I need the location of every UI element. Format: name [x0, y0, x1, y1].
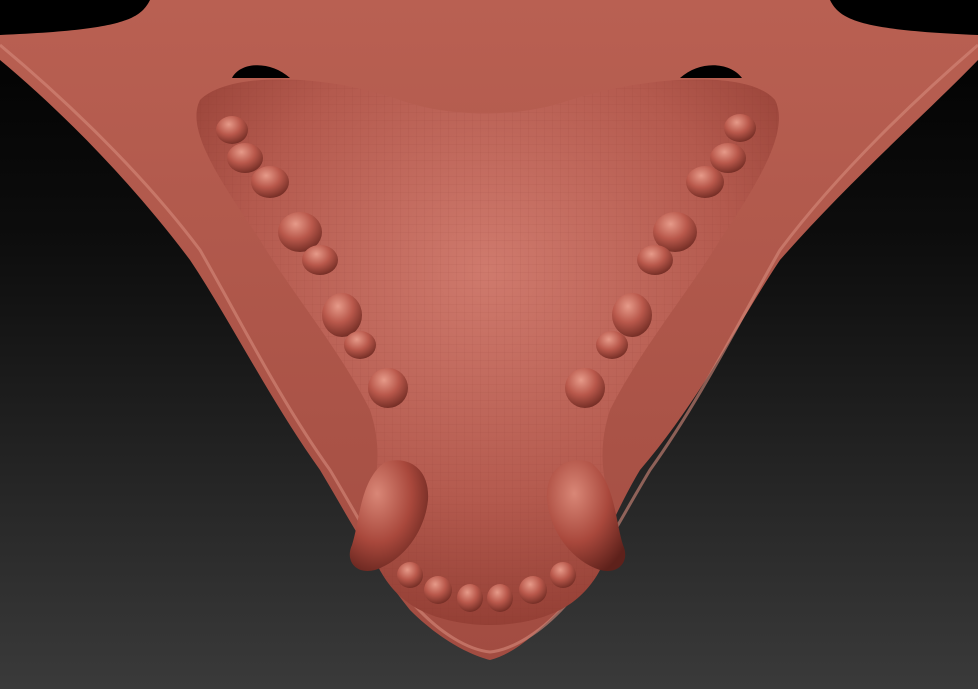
molar — [302, 245, 338, 275]
incisor — [550, 562, 576, 588]
incisor — [457, 584, 483, 612]
molar — [724, 114, 756, 142]
incisor — [487, 584, 513, 612]
molar — [344, 331, 376, 359]
molar — [322, 293, 362, 337]
jaw-model-render — [0, 0, 978, 689]
molar — [710, 143, 746, 173]
incisor — [424, 576, 452, 604]
incisor — [519, 576, 547, 604]
incisor — [397, 562, 423, 588]
molar — [612, 293, 652, 337]
molar — [596, 331, 628, 359]
molar — [216, 116, 248, 144]
molar — [227, 143, 263, 173]
sculpt-viewport[interactable] — [0, 0, 978, 689]
premolar — [565, 368, 605, 408]
molar — [251, 166, 289, 198]
premolar — [368, 368, 408, 408]
molar — [686, 166, 724, 198]
molar — [637, 245, 673, 275]
